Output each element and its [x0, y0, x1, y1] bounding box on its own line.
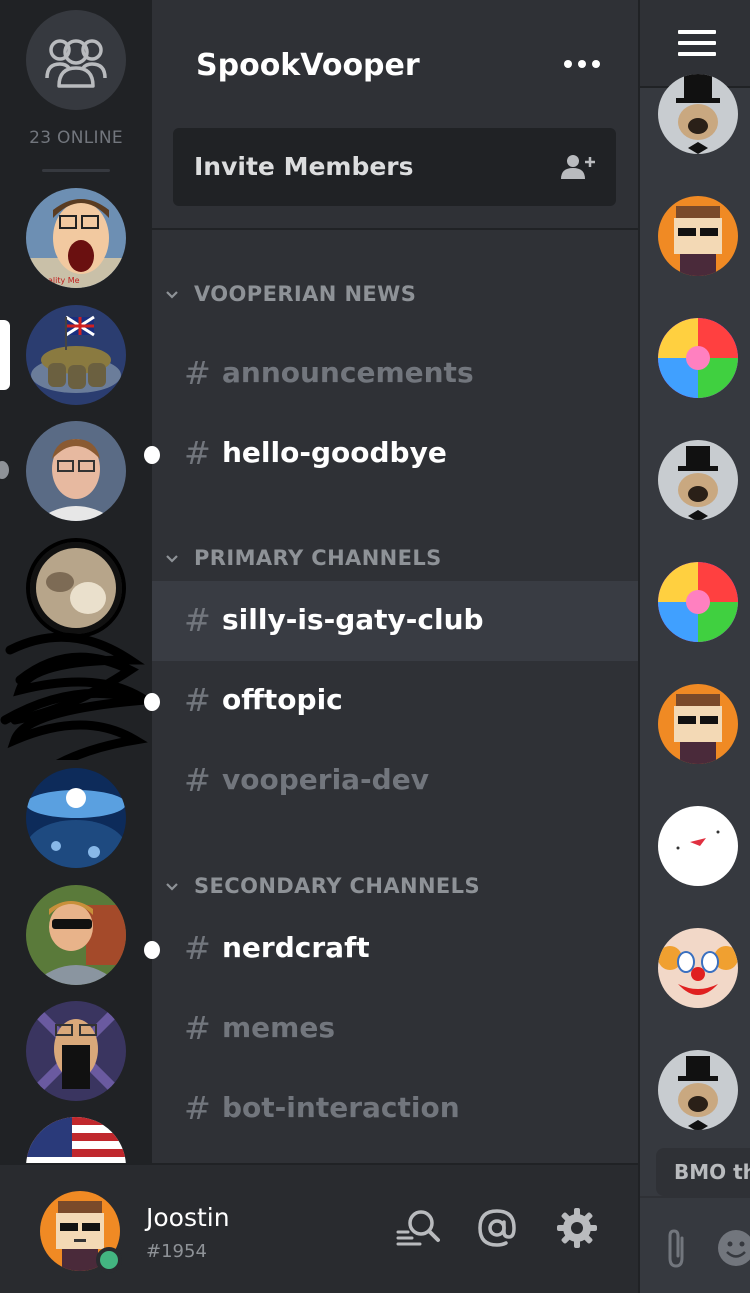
channel-name: offtopic: [222, 683, 343, 716]
chevron-down-icon: [166, 291, 178, 299]
channel-name: memes: [222, 1011, 335, 1044]
more-options-icon[interactable]: [562, 52, 602, 76]
channel-memes[interactable]: # memes: [152, 989, 638, 1069]
server-icon-glitch-face[interactable]: [26, 1001, 126, 1101]
header-divider: [152, 228, 638, 230]
hash-icon: #: [184, 929, 211, 967]
member-list: BMO th: [638, 0, 750, 1293]
channel-name: announcements: [222, 356, 474, 389]
chevron-down-icon: [166, 883, 178, 891]
username: Joostin: [146, 1203, 230, 1232]
server-icon-cartoon-man[interactable]: ality Me: [26, 188, 126, 288]
emoji-icon[interactable]: [716, 1228, 750, 1268]
channel-bot-interaction[interactable]: # bot-interaction: [152, 1069, 638, 1149]
server-icon-us-flag[interactable]: [26, 1117, 126, 1163]
unread-indicator: [144, 446, 160, 464]
rail-divider: [42, 169, 110, 172]
hamburger-menu-icon[interactable]: [678, 30, 716, 56]
hash-icon: #: [184, 1009, 211, 1047]
online-count: 23 ONLINE: [29, 128, 123, 148]
server-name[interactable]: SpookVooper: [196, 48, 420, 83]
channel-name: hello-goodbye: [222, 436, 447, 469]
category-label: PRIMARY CHANNELS: [194, 546, 442, 570]
member-avatar-rainbow[interactable]: [658, 318, 738, 398]
friends-icon: [45, 39, 107, 88]
channel-nerdcraft[interactable]: # nerdcraft: [144, 909, 638, 989]
server-rail: 23 ONLINE ality Me: [0, 0, 152, 1163]
channel-hello-goodbye[interactable]: # hello-goodbye: [144, 414, 638, 494]
hash-icon: #: [184, 601, 211, 639]
server-icon-flag[interactable]: [26, 305, 126, 405]
channel-name: nerdcraft: [222, 931, 370, 964]
unread-server-indicator: [0, 461, 9, 479]
mentions-button[interactable]: [474, 1205, 520, 1251]
paperclip-icon[interactable]: [662, 1228, 692, 1268]
hash-icon: #: [184, 434, 211, 472]
online-status-indicator: [96, 1247, 122, 1273]
add-member-icon: [561, 155, 595, 179]
server-icon-galaxy[interactable]: [26, 768, 126, 868]
member-avatar-rainbow[interactable]: [658, 562, 738, 642]
user-discriminator: #1954: [146, 1241, 207, 1262]
channel-announcements[interactable]: # announcements: [152, 334, 638, 414]
channel-sidebar: SpookVooper Invite Members VOOPERIAN NEW…: [144, 0, 638, 1163]
member-avatar-pug[interactable]: [658, 440, 738, 520]
channel-offtopic[interactable]: # offtopic: [144, 661, 638, 741]
member-avatar-white-face[interactable]: [658, 806, 738, 886]
unread-indicator: [144, 693, 160, 711]
hash-icon: #: [184, 354, 211, 392]
member-avatar-pug[interactable]: [658, 1050, 738, 1130]
channel-vooperia-dev[interactable]: # vooperia-dev: [152, 741, 638, 821]
category-secondary-channels[interactable]: SECONDARY CHANNELS: [162, 871, 480, 901]
unread-indicator: [144, 941, 160, 959]
selected-server-indicator: [0, 320, 10, 390]
member-avatar-sunglasses[interactable]: [658, 684, 738, 764]
search-icon: [396, 1210, 440, 1246]
invite-members-label: Invite Members: [194, 152, 414, 181]
at-mention-icon: [478, 1209, 516, 1247]
category-label: VOOPERIAN NEWS: [194, 282, 417, 306]
chevron-down-icon: [166, 555, 178, 563]
search-button[interactable]: [394, 1205, 440, 1251]
hash-icon: #: [184, 1089, 211, 1127]
hash-icon: #: [184, 681, 211, 719]
member-avatar-clown[interactable]: [658, 928, 738, 1008]
message-composer: [640, 1196, 750, 1293]
redaction-scribble: [0, 632, 150, 760]
user-panel: Joostin #1954: [0, 1163, 638, 1293]
member-avatar-pug[interactable]: [658, 74, 738, 154]
settings-button[interactable]: [554, 1205, 600, 1251]
category-label: SECONDARY CHANNELS: [194, 874, 480, 898]
svg-text:ality Me: ality Me: [48, 276, 80, 285]
message-preview: BMO th: [656, 1148, 750, 1196]
gear-icon: [557, 1208, 597, 1248]
category-vooperian-news[interactable]: VOOPERIAN NEWS: [162, 279, 416, 309]
channel-silly-is-gaty-club[interactable]: # silly-is-gaty-club: [152, 581, 638, 661]
friends-button[interactable]: [26, 10, 126, 110]
member-avatar-sunglasses[interactable]: [658, 196, 738, 276]
channel-name: vooperia-dev: [222, 763, 429, 796]
invite-members-button[interactable]: Invite Members: [173, 128, 616, 206]
channel-name: bot-interaction: [222, 1091, 460, 1124]
channel-name: silly-is-gaty-club: [222, 603, 484, 636]
category-primary-channels[interactable]: PRIMARY CHANNELS: [162, 543, 442, 573]
server-icon-sunglasses-cartoon[interactable]: [26, 885, 126, 985]
server-icon-portrait[interactable]: [26, 421, 126, 521]
hash-icon: #: [184, 761, 211, 799]
